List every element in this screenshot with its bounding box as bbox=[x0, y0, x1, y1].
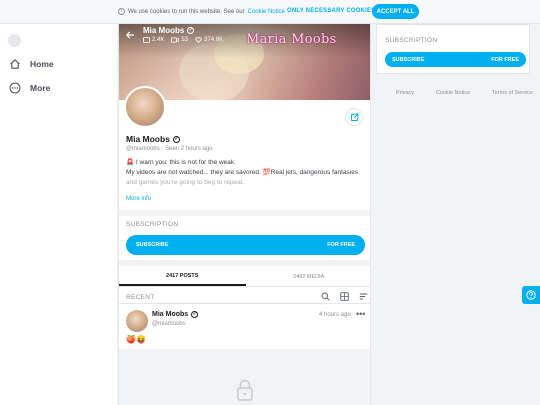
page: i We use cookies to run this website. Se… bbox=[0, 0, 540, 405]
divider bbox=[119, 210, 370, 216]
nav-item-home-label: Home bbox=[30, 59, 54, 69]
verified-icon: ✓ bbox=[172, 135, 180, 143]
profile-name-text: Mia Moobs bbox=[126, 134, 170, 144]
bio-line: 🚨 I warn you: this is not for the weak. bbox=[126, 159, 236, 166]
tab-media[interactable]: 2482 MEDIA bbox=[246, 267, 371, 286]
video-icon bbox=[171, 37, 180, 43]
sidebar-subscribe-price: FOR FREE bbox=[491, 56, 519, 63]
stat-videos: 53 bbox=[171, 37, 188, 43]
profile-handle: @miamoobs bbox=[126, 146, 160, 152]
stat-photos: 2.4K bbox=[143, 37, 164, 43]
subscribe-button-price: FOR FREE bbox=[327, 242, 355, 248]
profile-handle-line: @miamoobs · Seen 2 hours ago bbox=[126, 146, 213, 152]
nav-item-home[interactable]: Home bbox=[9, 58, 54, 70]
subscription-card-label: SUBSCRIPTION bbox=[385, 37, 438, 44]
user-avatar[interactable] bbox=[8, 34, 21, 47]
profile-bio: 🚨 I warn you: this is not for the weak. … bbox=[126, 158, 366, 188]
grid-view-icon[interactable] bbox=[340, 292, 349, 301]
right-sidebar: SUBSCRIPTION SUBSCRIBE FOR FREE Privacy … bbox=[376, 24, 540, 405]
sidebar-subscribe-button[interactable]: SUBSCRIBE FOR FREE bbox=[385, 52, 526, 67]
subscribe-button-label: SUBSCRIBE bbox=[136, 242, 169, 248]
post-text: 🍑😝 bbox=[126, 335, 146, 344]
banner-title: Mia Moobs ✓ bbox=[143, 26, 195, 35]
heart-icon bbox=[195, 37, 202, 43]
post-author-avatar[interactable] bbox=[126, 310, 148, 332]
profile-banner: Maria Moobs Mia Moobs ✓ 2.4K 53 374.8K bbox=[119, 24, 370, 100]
image-icon bbox=[143, 37, 150, 43]
feed-tools bbox=[321, 292, 368, 301]
sidebar-subscribe-label: SUBSCRIBE bbox=[392, 56, 425, 63]
footer-separator: · bbox=[480, 90, 482, 96]
bio-line: My videos are not watched... they are sa… bbox=[126, 169, 359, 176]
footer-link-privacy[interactable]: Privacy bbox=[396, 90, 414, 96]
more-circle-icon bbox=[9, 82, 21, 94]
verified-icon: ✓ bbox=[187, 27, 195, 34]
lock-icon bbox=[237, 379, 253, 401]
stat-videos-count: 53 bbox=[181, 37, 189, 43]
help-button[interactable] bbox=[522, 286, 540, 304]
stat-likes: 374.8K bbox=[195, 37, 223, 43]
cookie-message: i We use cookies to run this website. Se… bbox=[118, 8, 290, 15]
more-info-link[interactable]: More info bbox=[126, 196, 151, 202]
footer-link-terms[interactable]: Terms of Service bbox=[492, 90, 533, 96]
profile-column: Maria Moobs Mia Moobs ✓ 2.4K 53 374.8K M… bbox=[118, 24, 371, 405]
cookie-text: We use cookies to run this website. See … bbox=[128, 8, 245, 15]
cookie-banner: i We use cookies to run this website. Se… bbox=[0, 0, 540, 24]
back-arrow-icon[interactable] bbox=[125, 30, 135, 40]
stat-likes-count: 374.8K bbox=[204, 37, 224, 43]
footer-separator: · bbox=[424, 90, 426, 96]
nav-item-more-label: More bbox=[30, 83, 51, 93]
help-icon bbox=[526, 290, 536, 300]
only-necessary-cookies-button[interactable]: ONLY NECESSARY COOKIES bbox=[287, 8, 375, 14]
post-author[interactable]: Mia Moobs ✓ bbox=[152, 311, 199, 318]
footer-link-cookie-notice[interactable]: Cookie Notice bbox=[436, 90, 470, 96]
post-author-handle: @miamoobs bbox=[152, 321, 186, 327]
post-author-name: Mia Moobs bbox=[152, 311, 189, 318]
profile-avatar[interactable] bbox=[124, 86, 166, 128]
subscribe-button[interactable]: SUBSCRIBE FOR FREE bbox=[126, 235, 365, 255]
post-time: 4 hours ago bbox=[319, 312, 351, 318]
profile-tabs: 2417 POSTS 2482 MEDIA bbox=[119, 267, 371, 287]
cookie-notice-link[interactable]: Cookie Notice bbox=[248, 9, 285, 15]
recent-label: RECENT bbox=[126, 294, 155, 301]
verified-icon: ✓ bbox=[191, 311, 199, 318]
bio-line: and games you're going to beg to repeat. bbox=[126, 179, 245, 186]
share-icon bbox=[350, 113, 358, 121]
footer-links: Privacy · Cookie Notice · Terms of Servi… bbox=[396, 90, 533, 96]
banner-stats: 2.4K 53 374.8K bbox=[143, 37, 223, 43]
profile-name: Mia Moobs ✓ bbox=[126, 134, 180, 144]
banner-name: Mia Moobs bbox=[143, 26, 185, 35]
post-options-icon[interactable]: ••• bbox=[356, 309, 365, 319]
nav-item-more[interactable]: More bbox=[9, 82, 50, 94]
subscription-card: SUBSCRIPTION SUBSCRIBE FOR FREE bbox=[376, 24, 530, 74]
banner-watermark: Maria Moobs bbox=[246, 32, 337, 47]
tab-posts[interactable]: 2417 POSTS bbox=[119, 267, 246, 286]
subscription-label: SUBSCRIPTION bbox=[126, 221, 179, 228]
search-icon[interactable] bbox=[321, 292, 330, 301]
divider bbox=[119, 303, 370, 304]
sort-icon[interactable] bbox=[359, 292, 368, 301]
divider bbox=[119, 260, 370, 266]
last-seen: Seen 2 hours ago bbox=[165, 146, 213, 152]
stat-photos-count: 2.4K bbox=[152, 37, 165, 43]
info-icon: i bbox=[118, 8, 125, 15]
accept-all-button[interactable]: ACCEPT ALL bbox=[372, 4, 419, 19]
share-button[interactable] bbox=[345, 108, 363, 126]
left-sidebar: Home More bbox=[0, 24, 117, 405]
home-icon bbox=[10, 59, 20, 69]
